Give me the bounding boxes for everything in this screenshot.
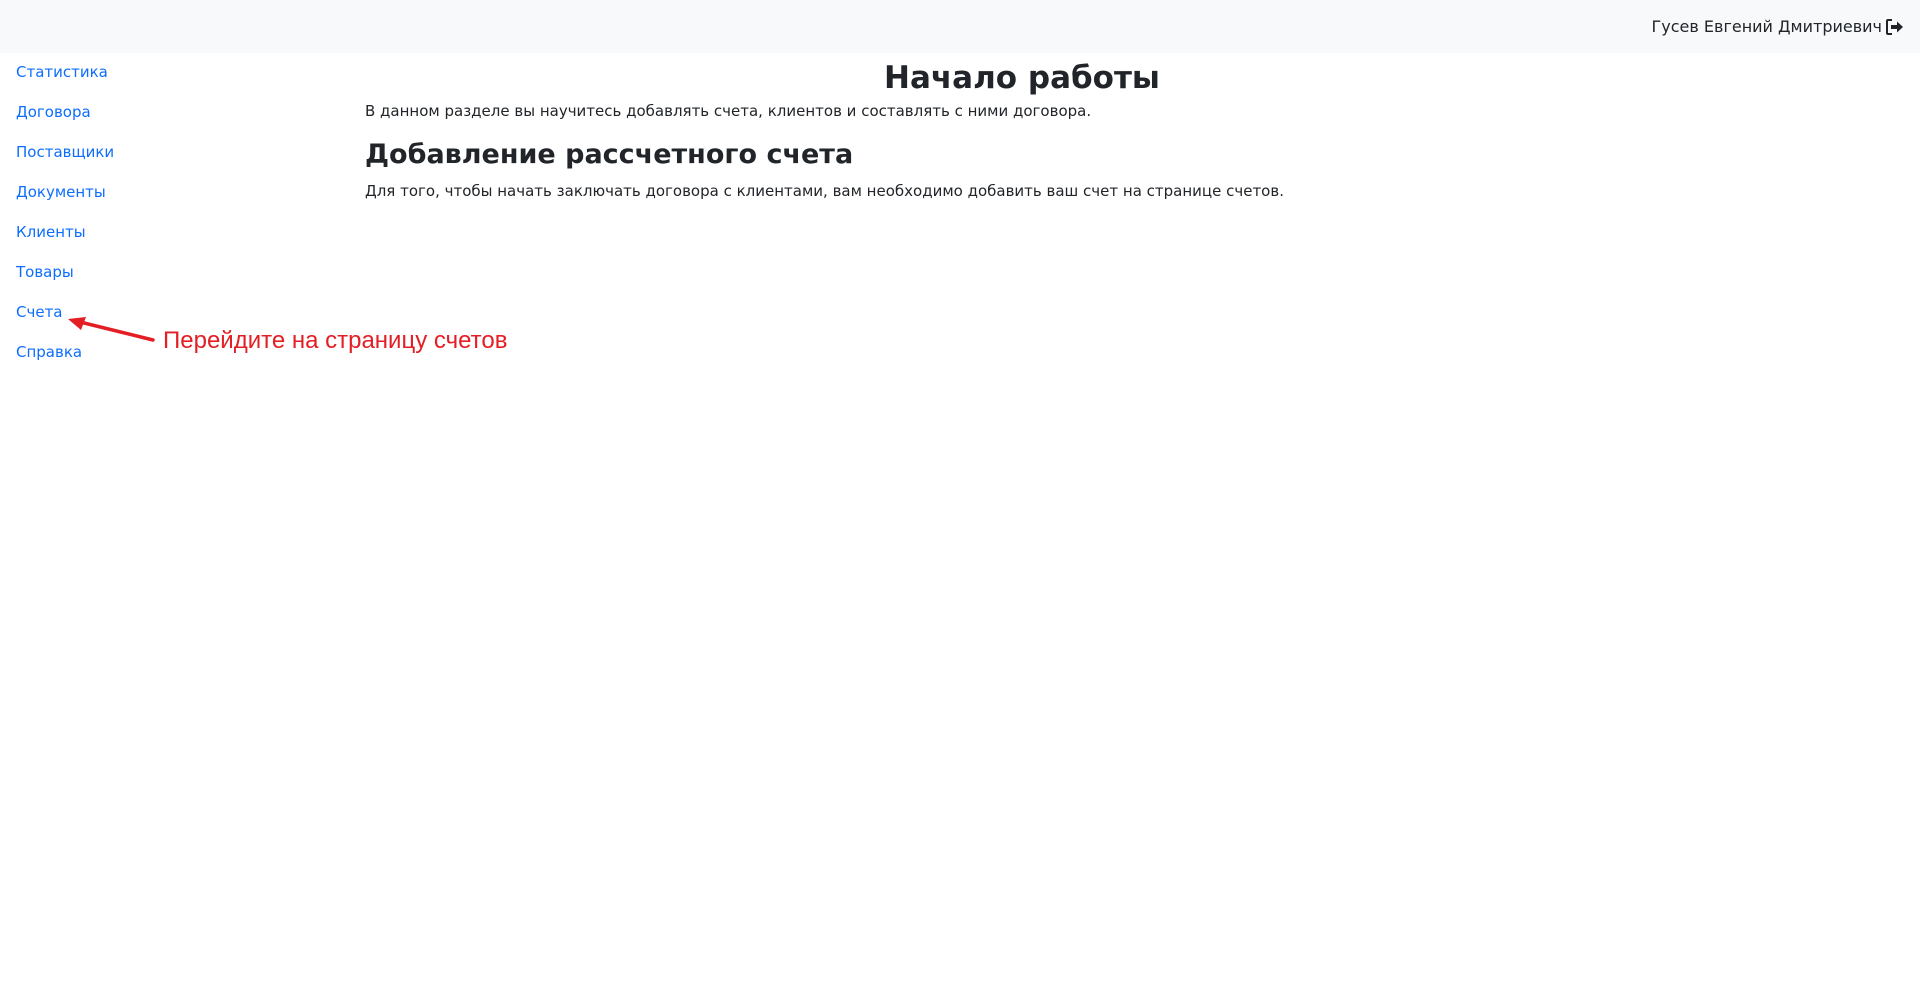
main-content: Начало работы В данном разделе вы научит… — [365, 56, 1685, 202]
logout-icon[interactable] — [1886, 19, 1904, 35]
sidebar-item-statistics[interactable]: Статистика — [16, 62, 216, 82]
sidebar-item-products[interactable]: Товары — [16, 262, 216, 282]
section-title: Добавление рассчетного счета — [365, 139, 854, 170]
sidebar-item-clients[interactable]: Клиенты — [16, 222, 216, 242]
page-title: Начало работы — [884, 60, 1160, 96]
user-name: Гусев Евгений Дмитриевич — [1651, 17, 1882, 36]
sidebar-item-suppliers[interactable]: Поставщики — [16, 142, 216, 162]
user-menu[interactable]: Гусев Евгений Дмитриевич — [1652, 16, 1904, 38]
sidebar-item-contracts[interactable]: Договора — [16, 102, 216, 122]
annotation-label: Перейдите на страницу счетов — [163, 327, 508, 354]
sidebar-item-documents[interactable]: Документы — [16, 182, 216, 202]
intro-text: В данном разделе вы научитесь добавлять … — [365, 102, 1092, 120]
section-text: Для того, чтобы начать заключать договор… — [365, 182, 1284, 200]
top-navbar: Гусев Евгений Дмитриевич — [0, 0, 1920, 53]
